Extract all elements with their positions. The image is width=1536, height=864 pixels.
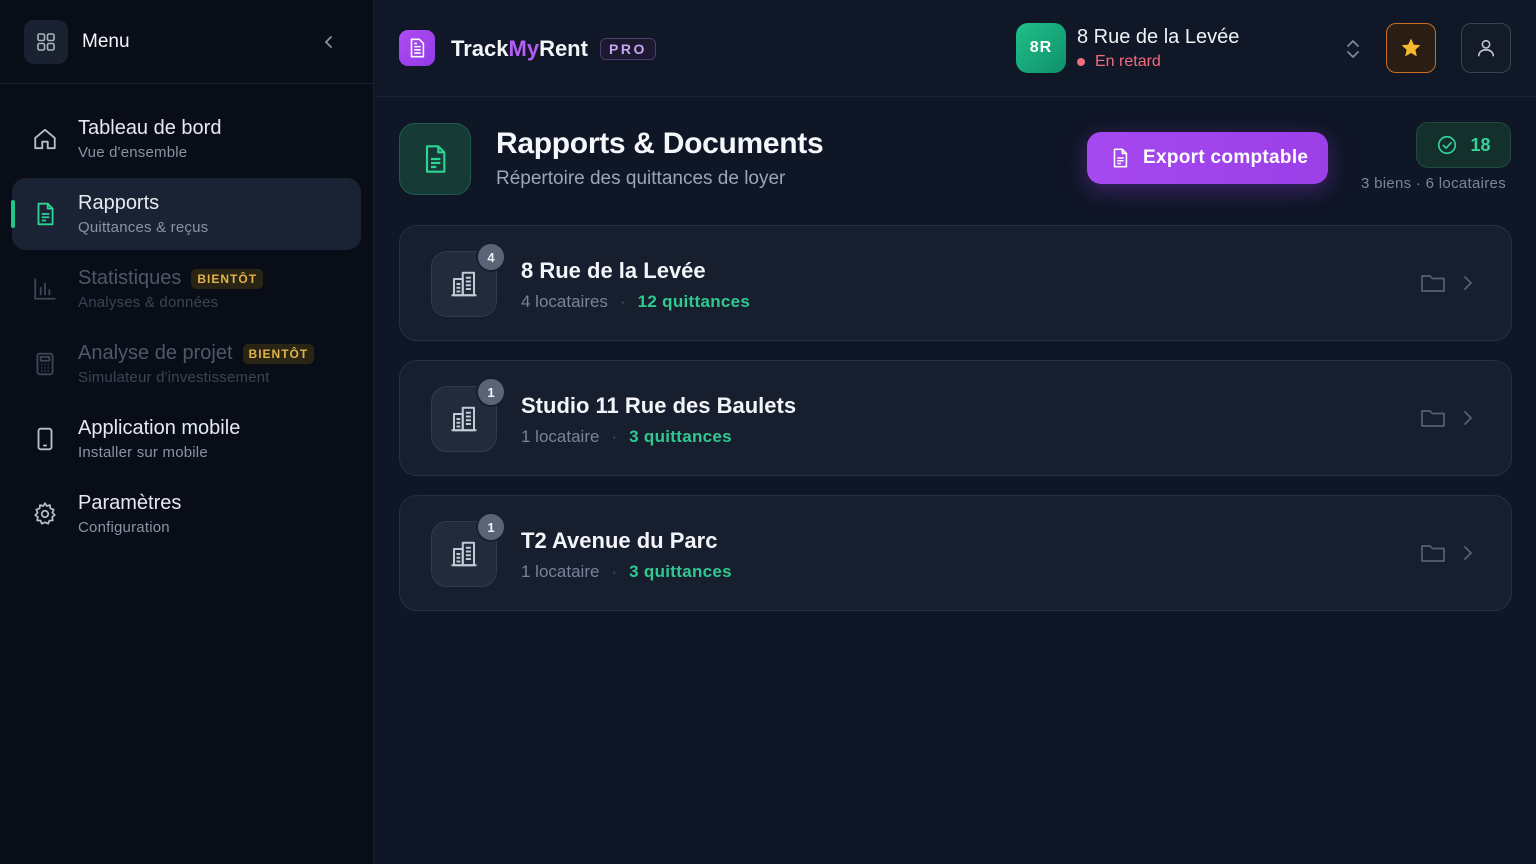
property-status: En retard xyxy=(1077,53,1161,71)
calculator-icon xyxy=(32,351,58,377)
sidebar-item-label: Paramètres xyxy=(78,492,182,514)
property-title: 8 Rue de la Levée xyxy=(521,258,706,283)
tenant-count-badge: 1 xyxy=(476,512,506,542)
folder-icon xyxy=(1420,541,1446,565)
property-card[interactable]: 4 8 Rue de la Levée 4 locataires · 12 quit… xyxy=(399,225,1512,341)
gear-icon xyxy=(32,501,58,527)
document-icon xyxy=(399,123,471,195)
property-meta: 4 locataires · 12 quittances xyxy=(521,292,751,311)
folder-icon xyxy=(1420,406,1446,430)
favorite-button[interactable] xyxy=(1386,23,1436,73)
property-title: T2 Avenue du Parc xyxy=(521,528,718,553)
sidebar-item-sub: Quittances & reçus xyxy=(78,219,209,236)
export-accounting-button[interactable]: Export comptable xyxy=(1087,132,1328,184)
document-icon xyxy=(32,201,58,227)
menu-title: Menu xyxy=(82,30,130,52)
grid-icon[interactable] xyxy=(24,19,68,64)
sidebar-item-label: Statistiques BIENTÔT xyxy=(78,267,264,290)
property-meta: 1 locataire · 3 quittances xyxy=(521,427,732,446)
chevron-left-icon[interactable] xyxy=(317,30,341,54)
export-label: Export comptable xyxy=(1143,147,1309,168)
status-dot xyxy=(1077,58,1085,66)
sidebar-item-reports[interactable]: Rapports Quittances & reçus xyxy=(11,178,361,250)
property-name[interactable]: 8 Rue de la Levée xyxy=(1077,26,1239,49)
chevron-right-icon xyxy=(1461,543,1475,563)
sidebar-item-statistics: Statistiques BIENTÔT Analyses & données xyxy=(12,253,361,325)
main-content: Rapports & Documents Répertoire des quit… xyxy=(375,97,1536,864)
receipts-count: 18 xyxy=(1470,134,1491,155)
page-subtitle: Répertoire des quittances de loyer xyxy=(496,168,786,189)
sidebar-item-project-analysis: Analyse de projet BIENTÔT Simulateur d'in… xyxy=(12,328,361,400)
sidebar-item-dashboard[interactable]: Tableau de bord Vue d'ensemble xyxy=(12,103,361,175)
receipts-count-badge: 18 xyxy=(1416,122,1511,168)
sidebar-item-sub: Analyses & données xyxy=(78,294,219,311)
user-icon xyxy=(1477,39,1495,57)
property-card[interactable]: 1 Studio 11 Rue des Baulets 1 locataire ·… xyxy=(399,360,1512,476)
sidebar-item-mobile-app[interactable]: Application mobile Installer sur mobile xyxy=(12,403,361,475)
property-meta: 1 locataire · 3 quittances xyxy=(521,562,732,581)
property-card[interactable]: 1 T2 Avenue du Parc 1 locataire · 3 quitta… xyxy=(399,495,1512,611)
star-icon xyxy=(1401,38,1421,57)
bar-chart-icon xyxy=(32,276,58,302)
chevron-right-icon xyxy=(1461,408,1475,428)
pro-badge: PRO xyxy=(600,38,656,60)
top-header: TrackMyRent PRO 8R 8 Rue de la Levée En … xyxy=(375,0,1536,97)
chevron-up-down-icon[interactable] xyxy=(1342,37,1364,61)
summary-text: 3 biens · 6 locataires xyxy=(1360,175,1506,192)
sidebar-header: Menu xyxy=(0,0,373,84)
document-icon xyxy=(1109,147,1131,169)
sidebar-item-label: Tableau de bord xyxy=(78,117,222,139)
coming-soon-badge: BIENTÔT xyxy=(191,268,264,289)
user-account-button[interactable] xyxy=(1461,23,1511,73)
sidebar-item-sub: Vue d'ensemble xyxy=(78,144,188,161)
property-avatar[interactable]: 8R xyxy=(1016,23,1066,73)
sidebar-item-label: Analyse de projet BIENTÔT xyxy=(78,342,315,365)
app-logo-icon[interactable] xyxy=(399,30,435,66)
tenant-count-badge: 1 xyxy=(476,377,506,407)
sidebar-item-label: Rapports xyxy=(78,192,160,214)
app-brand-name: TrackMyRent xyxy=(451,36,588,61)
smartphone-icon xyxy=(32,426,58,452)
folder-icon xyxy=(1420,271,1446,295)
sidebar-item-sub: Simulateur d'investissement xyxy=(78,369,270,386)
coming-soon-badge: BIENTÔT xyxy=(242,343,315,364)
sidebar-nav: Tableau de bord Vue d'ensemble Rapports … xyxy=(0,84,373,550)
page-title: Rapports & Documents xyxy=(496,127,824,160)
sidebar: Menu Tableau de bord Vue d'ensemble Rapp… xyxy=(0,0,374,864)
check-circle-icon xyxy=(1438,135,1457,155)
home-icon xyxy=(32,126,58,152)
property-list: 4 8 Rue de la Levée 4 locataires · 12 quit… xyxy=(399,225,1512,630)
sidebar-item-settings[interactable]: Paramètres Configuration xyxy=(12,478,361,550)
chevron-right-icon xyxy=(1461,273,1475,293)
sidebar-item-label: Application mobile xyxy=(78,417,241,439)
sidebar-item-sub: Installer sur mobile xyxy=(78,444,208,461)
tenant-count-badge: 4 xyxy=(476,242,506,272)
property-title: Studio 11 Rue des Baulets xyxy=(521,393,797,418)
sidebar-item-sub: Configuration xyxy=(78,519,170,536)
